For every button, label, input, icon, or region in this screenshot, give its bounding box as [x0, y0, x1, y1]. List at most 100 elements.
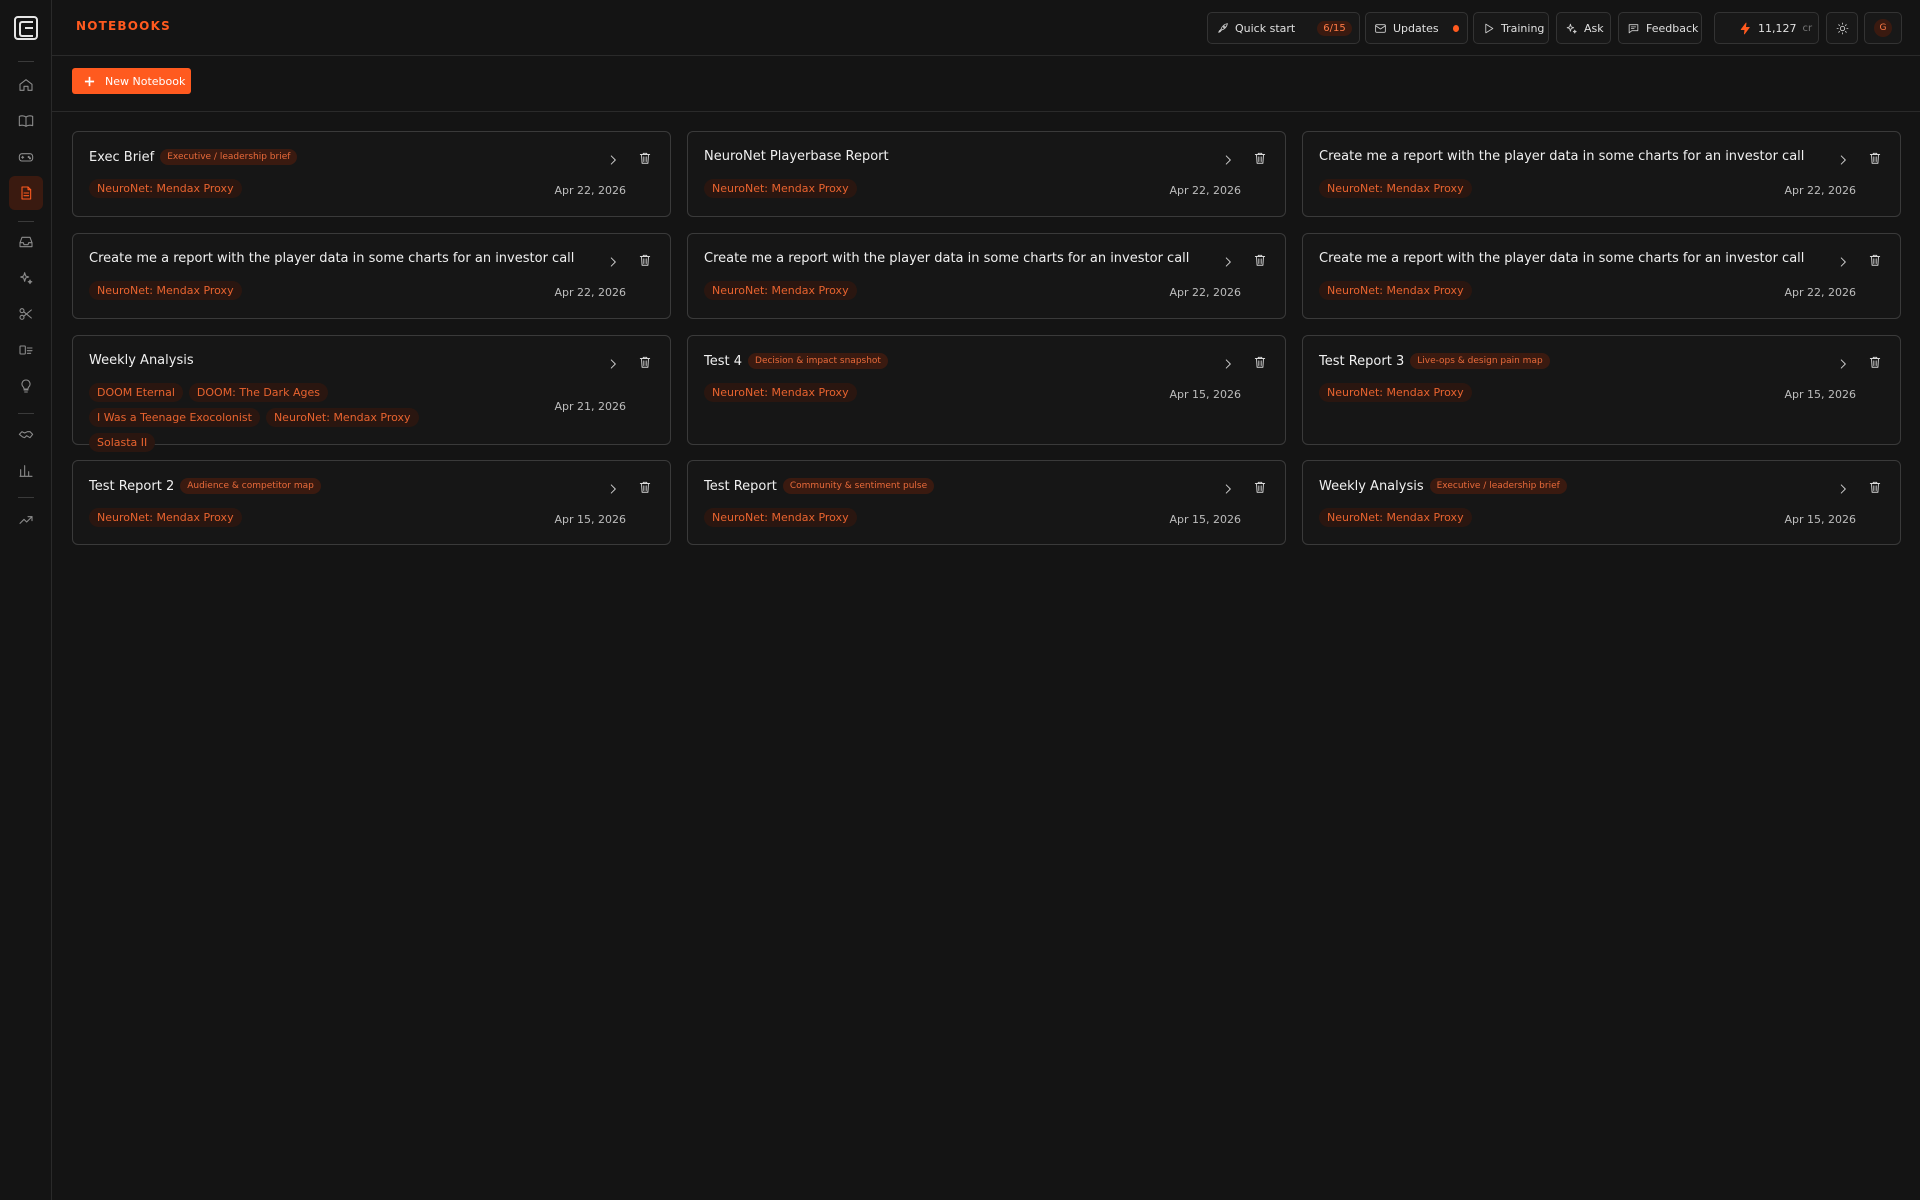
- home-icon: [19, 79, 33, 91]
- notebook-date: Apr 15, 2026: [1784, 388, 1856, 401]
- template-badge: Audience & competitor map: [180, 478, 321, 494]
- sidebar-item-inbox[interactable]: [9, 225, 43, 259]
- notebook-date: Apr 15, 2026: [554, 513, 626, 526]
- delete-notebook-button[interactable]: [1868, 479, 1882, 493]
- open-notebook-button[interactable]: [1221, 254, 1235, 268]
- notebook-card[interactable]: Create me a report with the player data …: [72, 233, 671, 319]
- sidebar-item-clips[interactable]: [9, 297, 43, 331]
- updates-indicator-dot: [1452, 24, 1459, 32]
- notebook-card[interactable]: Test Report 2 Audience & competitor map …: [72, 460, 671, 545]
- handshake-icon: [18, 431, 34, 439]
- open-notebook-button[interactable]: [1836, 481, 1850, 495]
- notebook-title-row: Create me a report with the player data …: [1319, 251, 1804, 266]
- notebook-date: Apr 22, 2026: [554, 184, 626, 197]
- sidebar-item-library[interactable]: [9, 104, 43, 138]
- new-notebook-label: New Notebook: [105, 74, 186, 88]
- chevron-right-icon: [1840, 359, 1846, 369]
- notebook-title-row: Test Report Community & sentiment pulse: [704, 478, 935, 494]
- trash-icon: [1869, 152, 1881, 164]
- notebook-card[interactable]: Create me a report with the player data …: [1302, 233, 1901, 319]
- notebook-title: Weekly Analysis: [1319, 478, 1424, 494]
- open-notebook-button[interactable]: [606, 152, 620, 166]
- book-icon: [18, 115, 34, 127]
- sidebar-item-personas[interactable]: [9, 333, 43, 367]
- credits-unit: cr: [1802, 22, 1813, 34]
- template-badge: Live-ops & design pain map: [1410, 353, 1550, 369]
- game-tag: NeuroNet: Mendax Proxy: [704, 281, 857, 300]
- notebook-card[interactable]: Weekly Analysis DOOM Eternal DOOM: The D…: [72, 335, 671, 452]
- open-notebook-button[interactable]: [606, 481, 620, 495]
- game-tag: NeuroNet: Mendax Proxy: [265, 408, 419, 427]
- mail-icon: [1375, 23, 1386, 33]
- open-notebook-button[interactable]: [1221, 356, 1235, 370]
- open-notebook-button[interactable]: [606, 356, 620, 370]
- notebook-date: Apr 22, 2026: [1169, 184, 1241, 197]
- new-notebook-button[interactable]: New Notebook: [72, 68, 191, 94]
- notebook-date: Apr 22, 2026: [554, 286, 626, 299]
- notebook-card[interactable]: Test Report 3 Live-ops & design pain map…: [1302, 335, 1901, 445]
- delete-notebook-button[interactable]: [638, 252, 652, 266]
- sidebar-item-notebooks[interactable]: [9, 176, 43, 210]
- feedback-label: Feedback: [1646, 21, 1699, 35]
- notebook-card[interactable]: NeuroNet Playerbase Report NeuroNet: Men…: [687, 131, 1286, 217]
- delete-notebook-button[interactable]: [1868, 354, 1882, 368]
- notebook-card[interactable]: Exec Brief Executive / leadership brief …: [72, 131, 671, 217]
- open-notebook-button[interactable]: [1221, 152, 1235, 166]
- open-notebook-button[interactable]: [1836, 356, 1850, 370]
- sidebar-item-home[interactable]: [9, 68, 43, 102]
- notebook-card[interactable]: Test 4 Decision & impact snapshot NeuroN…: [687, 335, 1286, 445]
- notebook-tags: NeuroNet: Mendax Proxy: [1319, 383, 1719, 402]
- delete-notebook-button[interactable]: [1868, 150, 1882, 164]
- delete-notebook-button[interactable]: [1253, 354, 1267, 368]
- sidebar-item-analytics[interactable]: [9, 454, 43, 488]
- delete-notebook-button[interactable]: [638, 479, 652, 493]
- notebook-title-row: Test 4 Decision & impact snapshot: [704, 353, 888, 369]
- delete-notebook-button[interactable]: [638, 354, 652, 368]
- chevron-right-icon: [1840, 155, 1846, 165]
- open-notebook-button[interactable]: [1221, 481, 1235, 495]
- sidebar-item-trends[interactable]: [9, 503, 43, 537]
- chevron-right-icon: [1225, 257, 1231, 267]
- delete-notebook-button[interactable]: [1253, 252, 1267, 266]
- notebook-card[interactable]: Create me a report with the player data …: [1302, 131, 1901, 217]
- feedback-button[interactable]: Feedback: [1618, 12, 1702, 44]
- credits-button[interactable]: 11,127 cr: [1714, 12, 1819, 44]
- trash-icon: [639, 356, 651, 368]
- notebook-title: Test 4: [704, 353, 743, 369]
- top-bar: NOTEBOOKS Quick start 6/15 Updates Train…: [52, 0, 1920, 56]
- delete-notebook-button[interactable]: [1868, 252, 1882, 266]
- theme-toggle-button[interactable]: [1826, 12, 1858, 44]
- updates-button[interactable]: Updates: [1365, 12, 1468, 44]
- notebook-date: Apr 22, 2026: [1784, 286, 1856, 299]
- notebook-title-row: Exec Brief Executive / leadership brief: [89, 149, 298, 165]
- delete-notebook-button[interactable]: [638, 150, 652, 164]
- sidebar-divider: [18, 221, 34, 222]
- quick-start-button[interactable]: Quick start 6/15: [1207, 12, 1360, 44]
- notebook-title-row: Test Report 2 Audience & competitor map: [89, 478, 321, 494]
- notebook-card[interactable]: Weekly Analysis Executive / leadership b…: [1302, 460, 1901, 545]
- notebook-icon: [21, 186, 32, 200]
- notebook-title: Test Report 2: [89, 478, 175, 494]
- game-tag: NeuroNet: Mendax Proxy: [704, 508, 857, 527]
- game-tag: NeuroNet: Mendax Proxy: [704, 383, 857, 402]
- app-logo[interactable]: [14, 16, 38, 40]
- game-tag: Solasta II: [89, 433, 156, 452]
- ask-button[interactable]: Ask: [1556, 12, 1611, 44]
- delete-notebook-button[interactable]: [1253, 150, 1267, 164]
- game-tag: NeuroNet: Mendax Proxy: [89, 179, 242, 198]
- training-button[interactable]: Training: [1473, 12, 1549, 44]
- game-tag: NeuroNet: Mendax Proxy: [89, 281, 242, 300]
- notebook-card[interactable]: Create me a report with the player data …: [687, 233, 1286, 319]
- delete-notebook-button[interactable]: [1253, 479, 1267, 493]
- open-notebook-button[interactable]: [606, 254, 620, 268]
- open-notebook-button[interactable]: [1836, 152, 1850, 166]
- notebook-card[interactable]: Test Report Community & sentiment pulse …: [687, 460, 1286, 545]
- open-notebook-button[interactable]: [1836, 254, 1850, 268]
- sidebar-item-ai[interactable]: [9, 261, 43, 295]
- sidebar-item-insights[interactable]: [9, 369, 43, 403]
- notebook-date: Apr 15, 2026: [1169, 513, 1241, 526]
- user-menu-button[interactable]: G: [1864, 12, 1902, 44]
- sidebar-item-partners[interactable]: [9, 418, 43, 452]
- sidebar-item-games[interactable]: [9, 140, 43, 174]
- chevron-right-icon: [610, 359, 616, 369]
